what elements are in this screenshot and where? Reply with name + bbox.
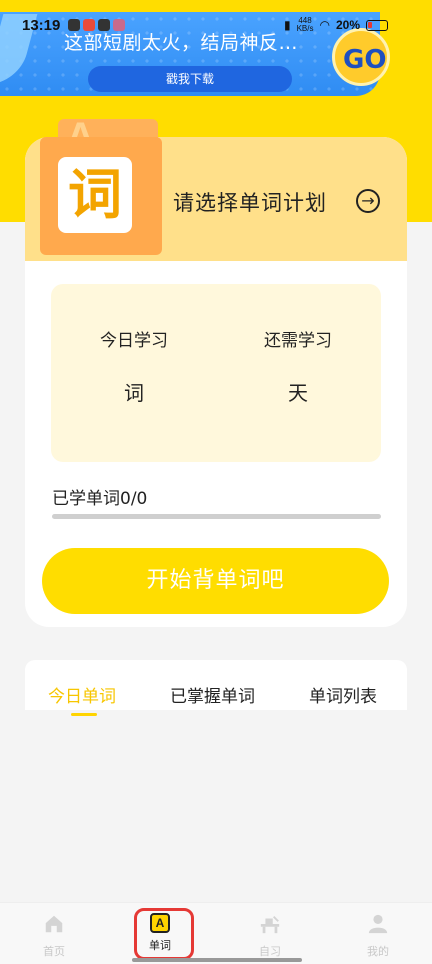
nav-home[interactable]: 首页 xyxy=(24,913,84,959)
notification-icons xyxy=(68,19,125,31)
battery-percent: 20% xyxy=(335,18,360,32)
selection-highlight xyxy=(134,908,194,960)
study-desk-icon xyxy=(260,916,280,934)
book-front: 词 xyxy=(40,137,162,255)
book-char: 词 xyxy=(68,163,122,226)
nav-study[interactable]: 自习 xyxy=(240,913,300,959)
nav-mine[interactable]: 我的 xyxy=(348,913,408,959)
stat-remaining-value: 天 xyxy=(288,381,308,405)
tab-active-indicator xyxy=(71,713,97,716)
home-icon xyxy=(45,915,63,933)
person-icon xyxy=(368,914,388,934)
stat-remaining: 还需学习 天 xyxy=(223,326,373,406)
app-notification-icon xyxy=(68,19,80,31)
tab-today-words[interactable]: 今日单词 xyxy=(48,682,116,707)
app-notification-icon xyxy=(83,19,95,31)
stat-remaining-label: 还需学习 xyxy=(264,331,332,351)
word-book-icon: 词 xyxy=(40,115,162,255)
tab-word-list[interactable]: 单词列表 xyxy=(309,682,377,707)
tab-mastered-words[interactable]: 已掌握单词 xyxy=(170,682,255,707)
word-tabs: 今日单词 已掌握单词 单词列表 xyxy=(25,660,407,716)
arrow-right-circle-icon[interactable]: → xyxy=(356,189,380,213)
book-label: 词 xyxy=(58,157,132,233)
app-notification-icon xyxy=(113,19,125,31)
battery-icon xyxy=(366,19,388,31)
ad-go-badge[interactable]: GO xyxy=(332,28,390,86)
stat-today-label: 今日学习 xyxy=(100,331,168,351)
vibrate-icon: ▮ xyxy=(283,18,291,32)
status-indicators: ▮ 448 KB/s ◠ 20% xyxy=(284,17,388,33)
plan-title: 请选择单词计划 xyxy=(173,191,327,215)
nav-study-label: 自习 xyxy=(259,945,281,958)
stat-today-value: 词 xyxy=(124,381,144,405)
progress-bar xyxy=(52,514,381,519)
app-notification-icon xyxy=(98,19,110,31)
wifi-icon: ◠ xyxy=(319,18,330,32)
nav-home-label: 首页 xyxy=(43,945,65,958)
progress-label: 已学单词0/0 xyxy=(52,489,148,509)
status-bar: 13:19 ▮ 448 KB/s ◠ 20% xyxy=(0,0,432,36)
ad-download-button[interactable]: 戳我下载 xyxy=(88,66,292,92)
bottom-nav: 首页 A 单词 自习 我的 xyxy=(0,902,432,964)
stat-today: 今日学习 词 xyxy=(59,326,209,406)
study-stats: 今日学习 词 还需学习 天 xyxy=(51,284,381,462)
status-time: 13:19 xyxy=(22,17,61,34)
home-indicator xyxy=(132,958,302,962)
net-speed: 448 KB/s xyxy=(296,16,314,33)
nav-mine-label: 我的 xyxy=(367,945,389,958)
start-learning-button[interactable]: 开始背单词吧 xyxy=(42,548,389,614)
